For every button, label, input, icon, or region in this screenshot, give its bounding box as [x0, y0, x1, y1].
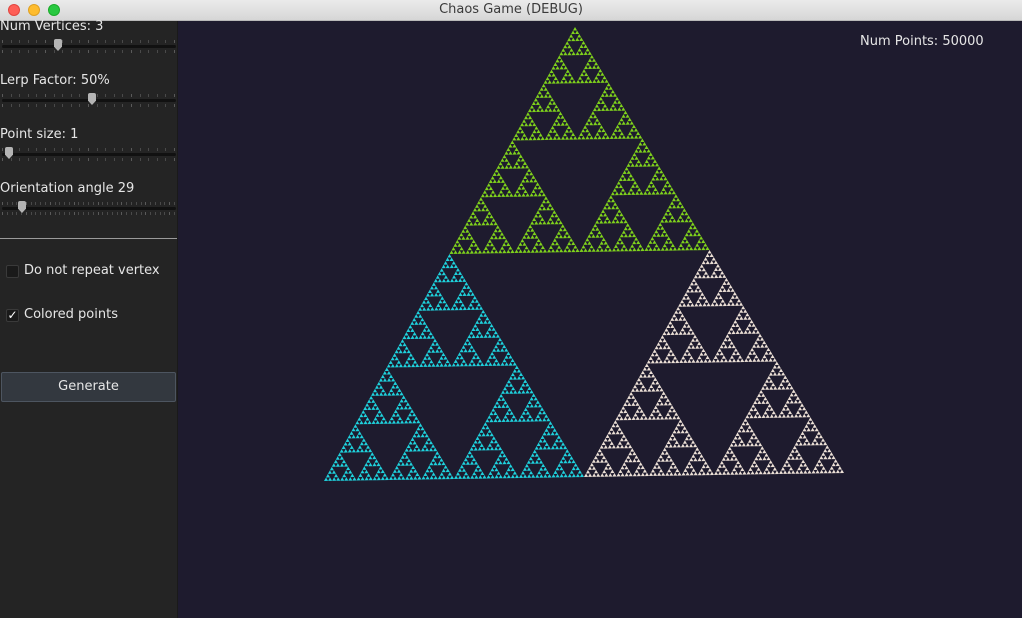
lerp-factor-label: Lerp Factor: 50% — [0, 73, 110, 88]
window-title: Chaos Game (DEBUG) — [439, 2, 583, 17]
slider-ticks — [2, 50, 176, 53]
lerp-factor-slider[interactable] — [2, 93, 176, 109]
fractal-left-region — [324, 254, 584, 481]
generate-button[interactable]: Generate — [1, 372, 176, 402]
slider-ticks — [2, 40, 176, 43]
num-vertices-slider[interactable] — [2, 39, 176, 55]
orientation-angle-label: Orientation angle 29 — [0, 181, 135, 196]
sierpinski-fractal — [324, 27, 844, 481]
orientation-angle-slider[interactable] — [2, 201, 176, 217]
render-canvas — [178, 21, 1022, 618]
fractal-right-region — [584, 250, 844, 477]
point-size-slider[interactable] — [2, 147, 176, 163]
slider-ticks — [2, 212, 176, 215]
checkmark-icon: ✓ — [7, 308, 18, 322]
colored-points-checkbox[interactable]: ✓ — [6, 309, 19, 322]
slider-ticks — [2, 148, 176, 151]
point-size-slider-track — [2, 153, 176, 156]
do-not-repeat-vertex-checkbox[interactable] — [6, 265, 19, 278]
slider-ticks — [2, 104, 176, 107]
num-vertices-label: Num Vertices: 3 — [0, 19, 104, 34]
control-panel: Num Vertices: 3 Lerp Factor: 50% Point s… — [0, 19, 178, 618]
point-size-label: Point size: 1 — [0, 127, 79, 142]
colored-points-label: Colored points — [24, 307, 118, 322]
fractal-top-region — [449, 27, 710, 254]
orientation-angle-slider-track — [2, 207, 176, 210]
num-vertices-slider-track — [2, 45, 176, 48]
do-not-repeat-vertex-label: Do not repeat vertex — [24, 263, 160, 278]
title-bar: Chaos Game (DEBUG) — [0, 0, 1022, 21]
slider-ticks — [2, 158, 176, 161]
num-points-readout: Num Points: 50000 — [860, 34, 984, 49]
sidebar-divider — [0, 238, 177, 239]
slider-ticks — [2, 202, 176, 205]
